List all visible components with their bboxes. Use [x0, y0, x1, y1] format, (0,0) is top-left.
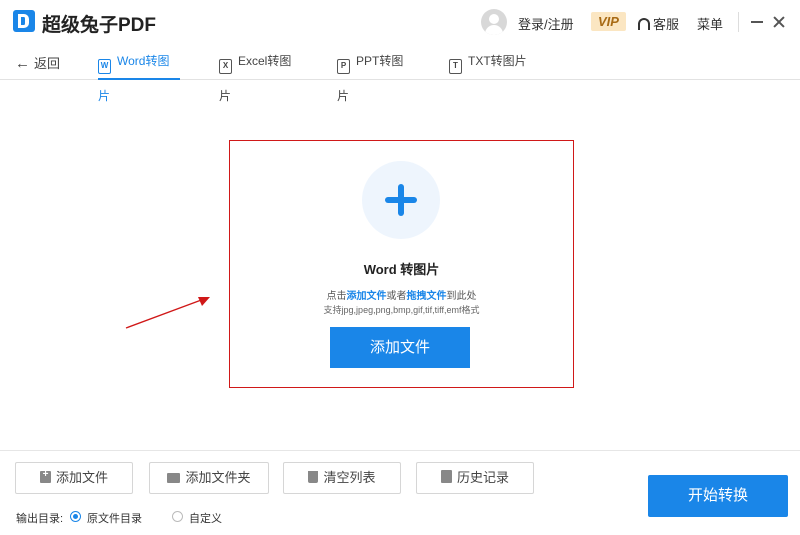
history-button[interactable]: 历史记录 [416, 462, 534, 494]
annotation-arrow-icon [125, 297, 210, 329]
title-bar: 超级兔子PDF 登录/注册 VIP 客服 菜单 [0, 0, 800, 44]
button-label: 添加文件夹 [185, 470, 251, 485]
app-logo-icon [13, 10, 35, 32]
headset-icon [638, 18, 650, 30]
vip-badge[interactable]: VIP [591, 12, 626, 31]
radio-original-dir[interactable] [70, 511, 81, 522]
login-register-link[interactable]: 登录/注册 [518, 14, 574, 33]
minimize-icon[interactable] [748, 12, 766, 32]
excel-doc-icon: X [219, 59, 232, 74]
txt-doc-icon: T [449, 59, 462, 74]
ppt-doc-icon: P [337, 59, 350, 74]
tab-txt-to-image[interactable]: T TXT转图片 [449, 44, 527, 80]
app-title: 超级兔子PDF [42, 15, 157, 36]
avatar[interactable] [481, 9, 507, 35]
button-label: 清空列表 [323, 470, 376, 485]
radio-custom-dir[interactable] [172, 511, 183, 522]
hint-text: 点击 [326, 291, 347, 302]
back-button[interactable]: ← 返回 [15, 53, 60, 72]
button-label: 历史记录 [456, 470, 509, 485]
customer-service-button[interactable]: 客服 [638, 14, 679, 33]
arrow-left-icon: ← [15, 55, 30, 72]
back-label: 返回 [34, 56, 61, 71]
clear-list-button[interactable]: 清空列表 [283, 462, 401, 494]
radio-original-dir-label[interactable]: 原文件目录 [87, 510, 142, 526]
tab-ppt-to-image[interactable]: P PPT转图片 [337, 44, 415, 103]
app-window: 超级兔子PDF 登录/注册 VIP 客服 菜单 ← 返回 W Word转图片 X Ex… [0, 0, 800, 535]
add-plus-icon[interactable] [362, 161, 440, 239]
menu-button[interactable]: 菜单 [697, 14, 723, 33]
start-convert-button[interactable]: 开始转换 [648, 475, 788, 517]
customer-service-label: 客服 [653, 17, 680, 32]
trash-icon [308, 471, 319, 483]
hint-text: 或者 [386, 291, 407, 302]
word-doc-icon: W [98, 59, 111, 74]
folder-add-icon [167, 473, 181, 483]
titlebar-divider [738, 12, 739, 32]
history-icon [440, 470, 452, 483]
file-drop-zone[interactable]: Word 转图片 点击添加文件或者拖拽文件到此处 支持jpg,jpeg,png,… [229, 140, 574, 388]
tab-excel-to-image[interactable]: X Excel转图片 [219, 44, 301, 103]
dropzone-hint: 点击添加文件或者拖拽文件到此处 [230, 287, 573, 302]
tab-bar: ← 返回 W Word转图片 X Excel转图片 P PPT转图片 T TXT转图片 [0, 44, 800, 103]
add-file-button[interactable]: 添加文件 [330, 327, 470, 368]
tab-label: TXT转图片 [468, 54, 527, 68]
button-label: 添加文件 [55, 470, 108, 485]
add-file-icon [39, 467, 51, 483]
add-file-toolbar-button[interactable]: 添加文件 [15, 462, 133, 494]
output-dir-label: 输出目录: [16, 513, 64, 525]
hint-drag-file-text: 拖拽文件 [406, 291, 447, 302]
bottom-divider [0, 450, 800, 451]
supported-formats: 支持jpg,jpeg,png,bmp,gif,tif,tiff,emf格式 [323, 305, 480, 315]
tab-word-to-image[interactable]: W Word转图片 [98, 44, 180, 103]
hint-text: 到此处 [446, 291, 477, 302]
hint-add-file-link[interactable]: 添加文件 [347, 291, 387, 302]
close-icon[interactable] [770, 12, 788, 32]
dropzone-title: Word 转图片 [363, 262, 440, 277]
radio-custom-dir-label[interactable]: 自定义 [189, 510, 222, 526]
add-folder-button[interactable]: 添加文件夹 [149, 462, 269, 494]
